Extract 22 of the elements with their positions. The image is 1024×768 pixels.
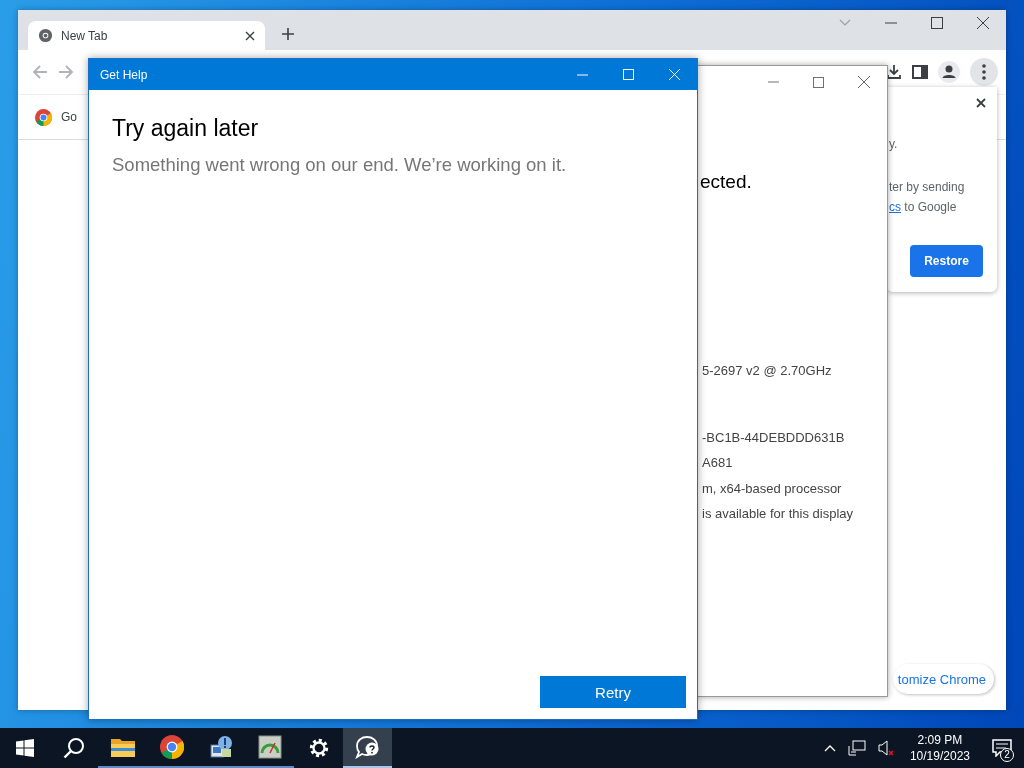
- spec-value: 5-2697 v2 @ 2.70GHz: [701, 363, 833, 380]
- notification-button[interactable]: 2: [980, 728, 1024, 768]
- window-title: Get Help: [100, 67, 148, 82]
- spec-value: -BC1B-44DEBDDD631B: [701, 429, 846, 447]
- spec-value: A681: [701, 455, 734, 472]
- browser-tab[interactable]: New Tab: [28, 21, 265, 50]
- clock-date: 10/19/2023: [909, 749, 970, 763]
- error-message: Something went wrong on our end. We’re working on it.: [112, 154, 568, 176]
- error-heading: Try again later: [112, 115, 260, 142]
- customize-chrome-button[interactable]: tomize Chrome: [892, 664, 994, 694]
- popup-text: y.: [889, 137, 898, 151]
- restore-button[interactable]: Restore: [910, 245, 983, 277]
- system-clock[interactable]: 2:09 PM 10/19/2023: [899, 733, 980, 763]
- bookmark-link[interactable]: Go: [61, 110, 77, 124]
- status-heading: ected.: [700, 171, 753, 193]
- retry-button[interactable]: Retry: [540, 676, 686, 708]
- notification-count: 2: [1000, 748, 1014, 762]
- clock-time: 2:09 PM: [917, 733, 963, 747]
- spec-value: m, x64-based processor: [701, 480, 843, 498]
- popup-text: ter by sending cs to Google: [889, 179, 966, 216]
- spec-value: is available for this display: [701, 506, 855, 523]
- settings-link[interactable]: cs: [889, 200, 901, 214]
